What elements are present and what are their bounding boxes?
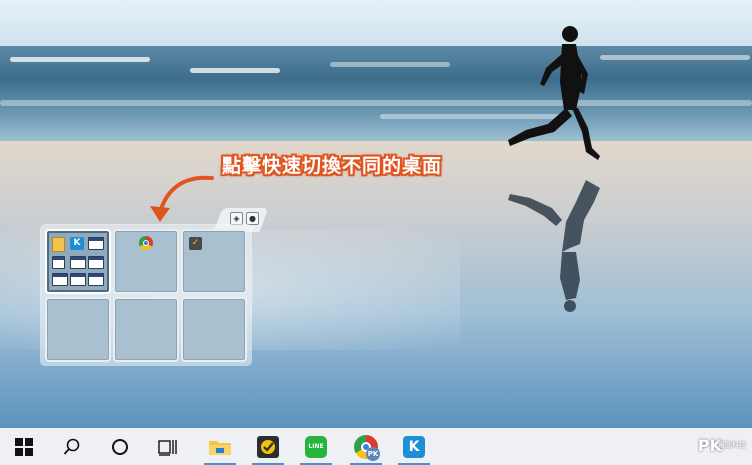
window-icon	[88, 256, 104, 269]
search-button[interactable]	[48, 428, 96, 465]
line-icon: LINE	[305, 435, 327, 458]
start-button[interactable]	[0, 428, 48, 465]
wave	[10, 57, 150, 62]
task-view-button[interactable]	[144, 428, 192, 465]
kkbox-button[interactable]: K	[390, 428, 438, 465]
curved-arrow-icon	[150, 175, 214, 222]
settings-icon[interactable]: ◈	[230, 212, 243, 225]
norton-icon: ✓	[189, 237, 202, 250]
window-icon	[88, 237, 104, 250]
chrome-button[interactable]: PK	[342, 428, 390, 465]
runner-silhouette	[508, 26, 600, 312]
wave	[190, 68, 280, 73]
window-icon	[52, 273, 68, 286]
desktop-1-thumbnail[interactable]: K	[45, 229, 111, 294]
desktop-2-thumbnail[interactable]	[113, 229, 179, 294]
annotation-caption: 點擊快速切換不同的桌面	[222, 155, 443, 177]
search-icon	[63, 438, 80, 455]
close-icon[interactable]: ●	[246, 212, 259, 225]
file-explorer-button[interactable]	[196, 428, 244, 465]
window-icon	[70, 256, 86, 269]
windows-logo-icon	[15, 437, 33, 456]
wave	[330, 62, 450, 67]
kkbox-icon: K	[403, 435, 425, 458]
brand-subtitle: 電腦科技	[718, 441, 746, 449]
kkbox-icon: K	[70, 237, 84, 250]
window-icon	[70, 273, 86, 286]
line-button[interactable]: LINE	[292, 428, 340, 465]
cortana-circle-icon	[112, 438, 128, 455]
desktop-4-thumbnail[interactable]	[45, 297, 111, 362]
wave	[600, 55, 750, 60]
wallpaper-sky	[0, 0, 752, 46]
chrome-icon: PK	[354, 434, 380, 461]
folder-icon	[52, 237, 65, 252]
wave	[0, 100, 752, 106]
chrome-icon	[139, 236, 153, 250]
desktop-5-thumbnail[interactable]	[113, 297, 179, 362]
desktop-6-thumbnail[interactable]	[181, 297, 247, 362]
folder-icon	[209, 440, 231, 455]
window-icon	[52, 256, 65, 269]
taskbar: LINE PK K PK 電腦科技	[0, 428, 752, 465]
virtual-desktop-switcher: K ✓	[41, 225, 251, 365]
task-view-icon	[158, 439, 177, 456]
cortana-button[interactable]	[96, 428, 144, 465]
norton-button[interactable]	[244, 428, 292, 465]
window-icon	[88, 273, 104, 286]
desktop-3-thumbnail[interactable]: ✓	[181, 229, 247, 294]
profile-badge: PK	[366, 446, 380, 461]
norton-icon	[257, 435, 279, 458]
